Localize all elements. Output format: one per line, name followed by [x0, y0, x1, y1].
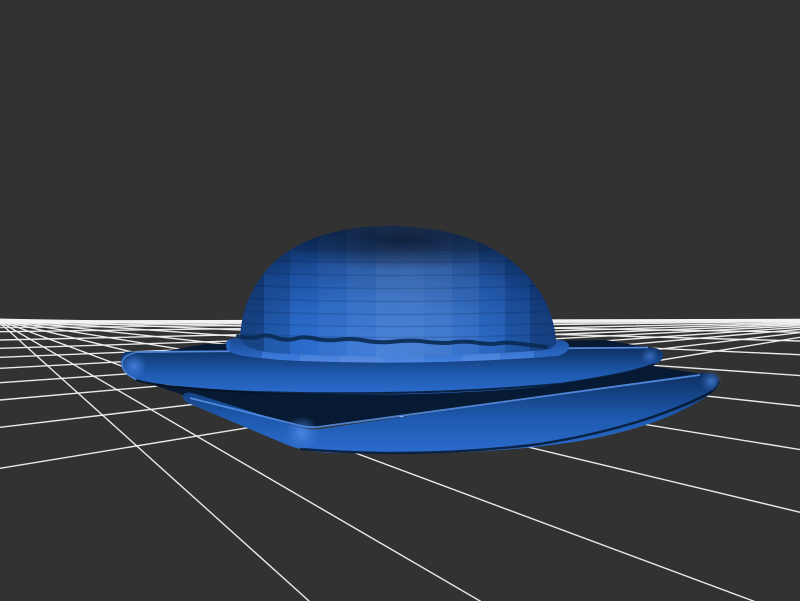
- base-plate-upper-right-cap-glow: [641, 347, 659, 365]
- base-plate-lower-right-cap-highlight: [700, 370, 722, 392]
- base-plate-upper-left-cap-glow: [121, 353, 147, 379]
- viewport-3d[interactable]: [0, 0, 800, 601]
- scene-canvas[interactable]: [0, 0, 800, 601]
- base-plate-lower-corner-highlight: [285, 416, 319, 450]
